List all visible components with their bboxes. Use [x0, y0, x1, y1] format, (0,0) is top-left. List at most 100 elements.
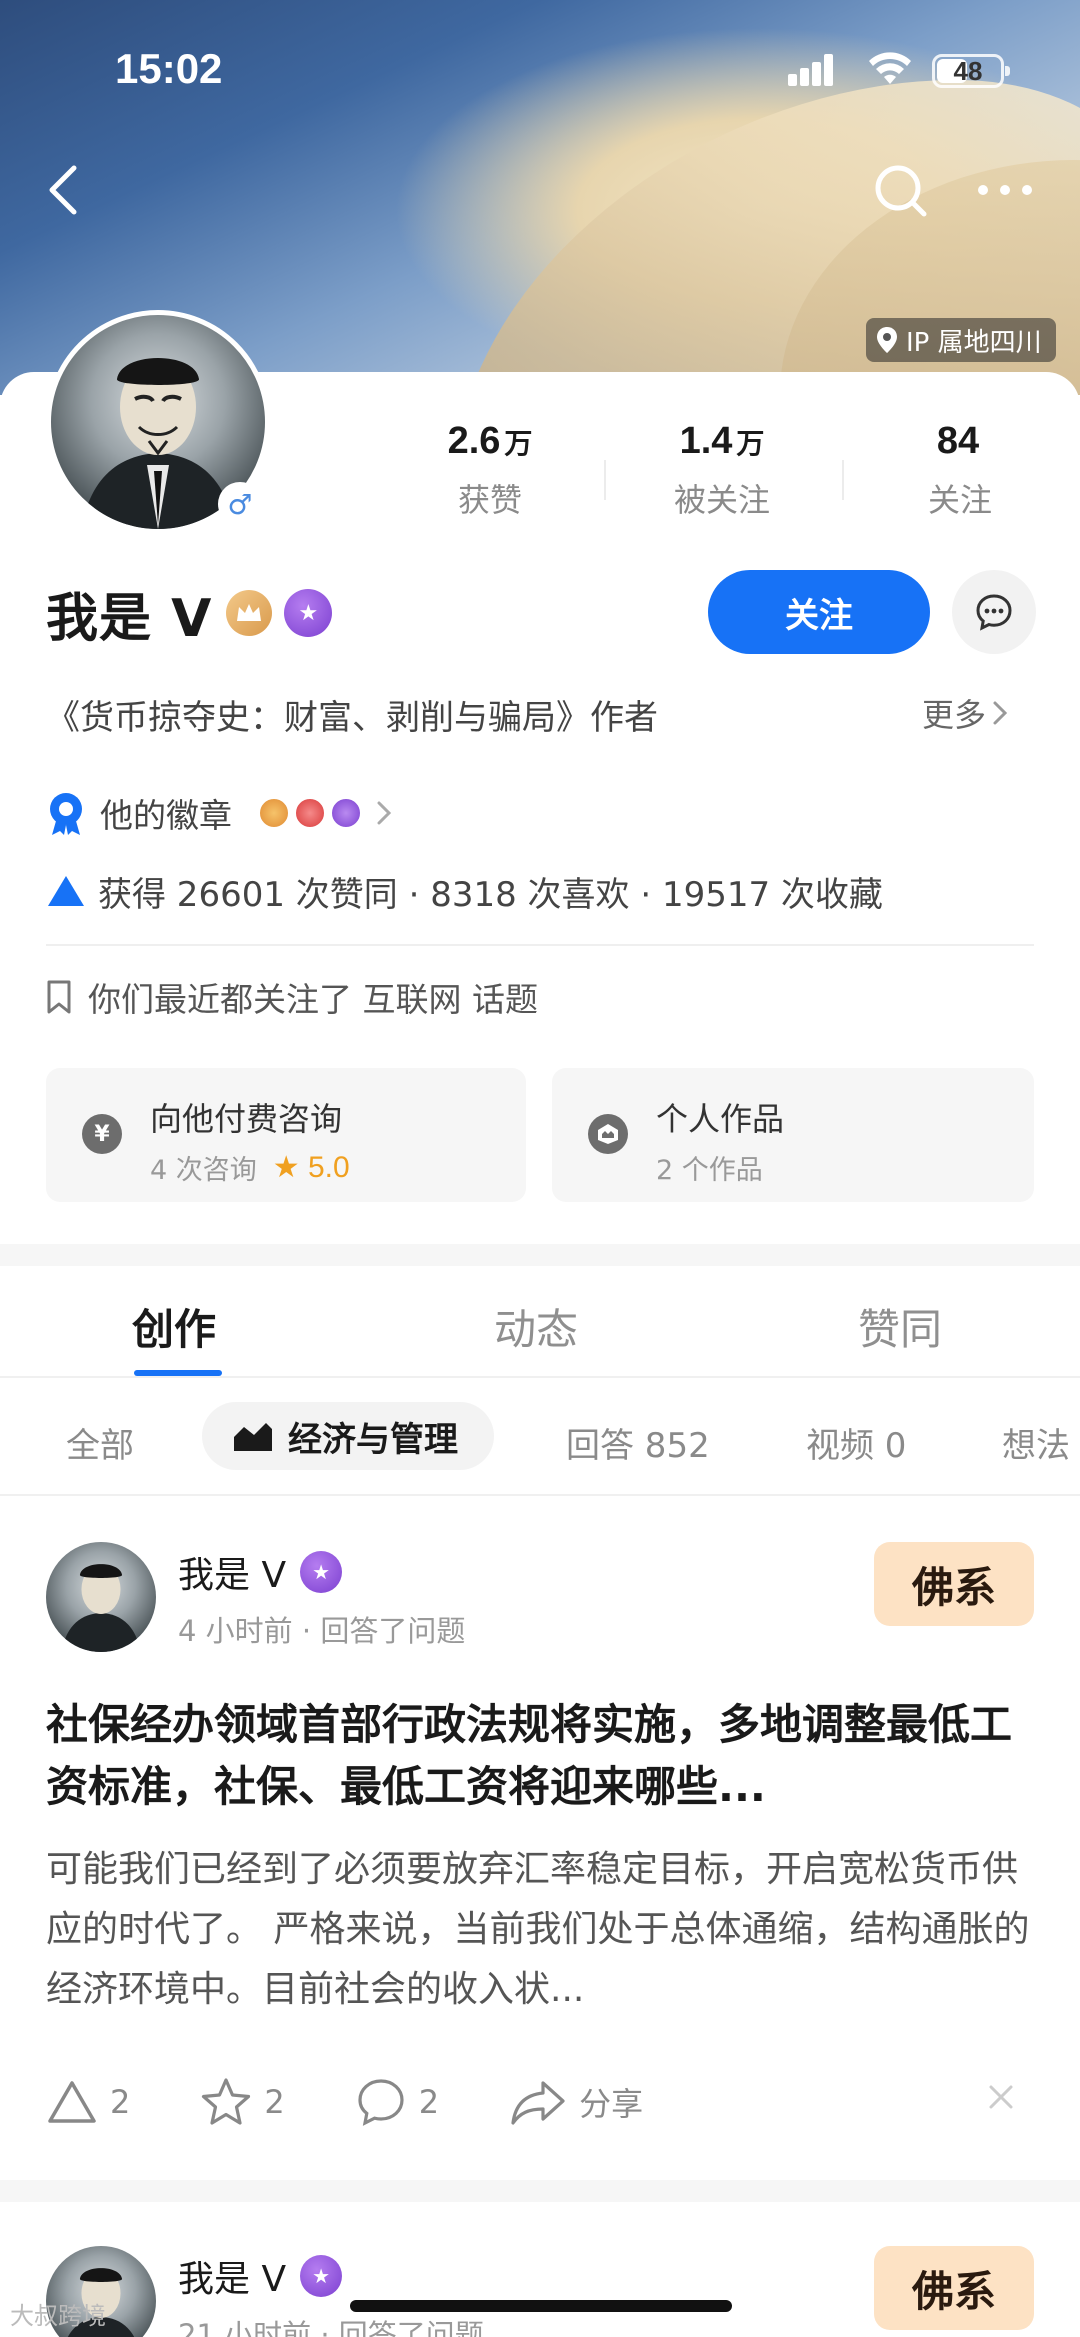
watermark: 大叔跨境 [10, 2302, 106, 2330]
section-gap [0, 2180, 1080, 2202]
feed-post[interactable]: 我是 V ★ 4 小时前 · 回答了问题 佛系 社保经办领域首部行政法规将实施，… [0, 1542, 1080, 2162]
profile-stats: 2.6 万 获赞 1.4 万 被关注 84 关注 [380, 420, 1080, 530]
consult-count: 4 次咨询 [150, 1155, 257, 1186]
follow-button[interactable]: 关注 [708, 570, 930, 654]
sticker-text: 佛系 [911, 1562, 996, 1612]
share-label: 分享 [579, 2085, 644, 2123]
paid-consult-card[interactable]: ¥ 向他付费咨询 4 次咨询 ★ 5.0 [46, 1068, 526, 1202]
tab-indicator [134, 1370, 222, 1376]
post-meta: 21 小时前 · 回答了问题 [178, 2318, 484, 2337]
profile-name-row: 我是 V ★ [46, 575, 333, 651]
status-bar: 15:02 48 [0, 40, 1080, 100]
post-author[interactable]: 我是 V ★ [178, 2250, 343, 2302]
star-badge-icon: ★ [300, 2255, 343, 2297]
ip-location-text: IP 属地四川 [906, 327, 1042, 358]
stat-following-value: 84 [936, 420, 980, 462]
post-sticker: 佛系 [874, 1542, 1034, 1626]
post-author-name: 我是 V [178, 1555, 287, 1596]
badges-label: 他的徽章 [100, 796, 232, 835]
badges-row[interactable]: 他的徽章 [46, 790, 392, 836]
stat-following[interactable]: 84 关注 [850, 420, 1070, 521]
consult-rating: ★ 5.0 [272, 1151, 350, 1184]
cellular-signal-icon [788, 54, 842, 86]
favorite-button[interactable]: 2 [200, 2077, 285, 2127]
wifi-icon [869, 52, 911, 84]
upvote-count: 2 [110, 2083, 131, 2121]
filter-chips: 全部 经济与管理 回答 852 视频 0 想法 [0, 1380, 1080, 1496]
medal-icon [50, 793, 82, 835]
profile-bio: 《货币掠夺史：财富、剥削与骗局》作者 [46, 698, 658, 738]
topic-row[interactable]: 你们最近都关注了 互联网 话题 [46, 972, 538, 1022]
chip-economy[interactable]: 经济与管理 [202, 1402, 494, 1470]
paid-consult-sub: 4 次咨询 ★ 5.0 [150, 1148, 350, 1187]
post-author-avatar[interactable] [46, 1542, 156, 1652]
chip-videos[interactable]: 视频 0 [806, 1418, 906, 1467]
stat-likes-unit: 万 [504, 427, 533, 460]
location-pin-icon [877, 327, 897, 353]
crown-level-icon[interactable] [226, 590, 273, 636]
works-sub: 2 个作品 [656, 1155, 763, 1186]
message-button[interactable] [952, 570, 1036, 654]
status-time: 15:02 [115, 45, 223, 92]
chart-trend-icon [234, 1423, 272, 1451]
post-author[interactable]: 我是 V ★ [178, 1546, 343, 1598]
share-button[interactable]: 分享 [509, 2079, 643, 2125]
chat-icon [976, 594, 1012, 631]
badge-icons [258, 797, 362, 829]
works-card[interactable]: 个人作品 2 个作品 [552, 1068, 1034, 1202]
masked-figure-avatar [61, 1564, 141, 1652]
works-title: 个人作品 [656, 1100, 785, 1138]
achievement-text: 获得 26601 次赞同 · 8318 次喜欢 · 19517 次收藏 [98, 874, 883, 915]
achievement-row: 获得 26601 次赞同 · 8318 次喜欢 · 19517 次收藏 [46, 866, 883, 916]
stat-likes-value: 2.6 [447, 420, 501, 462]
post-title[interactable]: 社保经办领域首部行政法规将实施，多地调整最低工资标准，社保、最低工资将迎来哪些.… [46, 1694, 1034, 1818]
stat-followers-label: 被关注 [673, 481, 770, 519]
upvote-button[interactable]: 2 [46, 2079, 130, 2125]
chip-economy-label: 经济与管理 [288, 1419, 458, 1460]
chip-all[interactable]: 全部 [66, 1418, 134, 1467]
sticker-text: 佛系 [911, 2266, 996, 2316]
stat-following-label: 关注 [927, 481, 992, 519]
tab-upvoted[interactable]: 赞同 [858, 1296, 942, 1357]
chevron-right-icon [993, 701, 1008, 725]
works-icon [588, 1114, 628, 1154]
stat-followers-unit: 万 [736, 427, 765, 460]
comment-button[interactable]: 2 [355, 2077, 439, 2127]
battery-level: 48 [953, 56, 983, 86]
share-icon [511, 2081, 565, 2125]
favorite-count: 2 [264, 2083, 285, 2121]
feed-post[interactable]: 我是 V ★ 21 小时前 · 回答了问题 佛系 [0, 2246, 1080, 2337]
post-sticker: 佛系 [874, 2246, 1034, 2330]
post-excerpt[interactable]: 可能我们已经到了必须要放弃汇率稳定目标，开启宽松货币供应的时代了。 严格来说，当… [46, 1840, 1034, 2020]
close-icon[interactable] [986, 2082, 1016, 2112]
section-gap [0, 1244, 1080, 1266]
stat-followers[interactable]: 1.4 万 被关注 [612, 420, 832, 521]
comment-count: 2 [418, 2083, 440, 2121]
bookmark-icon [47, 980, 71, 1014]
thumb-badge-icon [294, 797, 326, 829]
star-badge-icon[interactable]: ★ [284, 589, 333, 637]
search-icon[interactable] [872, 162, 928, 218]
star-icon [202, 2078, 251, 2125]
more-info-label: 更多 [922, 696, 987, 734]
divider [46, 944, 1034, 946]
post-meta: 4 小时前 · 回答了问题 [178, 1614, 466, 1648]
consult-rating-value: 5.0 [308, 1151, 350, 1184]
more-info-link[interactable]: 更多 [922, 690, 1008, 736]
ip-location-badge: IP 属地四川 [866, 318, 1056, 362]
upvote-icon [48, 2081, 96, 2123]
more-icon[interactable] [975, 180, 1035, 200]
stat-divider [604, 460, 606, 500]
eye-badge-icon [258, 797, 290, 829]
stat-likes[interactable]: 2.6 万 获赞 [380, 420, 600, 521]
back-icon[interactable] [40, 160, 90, 220]
upvote-triangle-icon [48, 876, 84, 906]
tab-activity[interactable]: 动态 [494, 1296, 578, 1357]
yuan-icon: ¥ [82, 1114, 122, 1154]
star-badge-icon: ★ [300, 1551, 343, 1593]
chip-thoughts[interactable]: 想法 [1002, 1418, 1070, 1467]
chip-answers[interactable]: 回答 852 [566, 1418, 710, 1467]
tab-create[interactable]: 创作 [132, 1296, 216, 1357]
chevron-right-icon [377, 801, 392, 825]
home-indicator[interactable] [350, 2300, 732, 2312]
